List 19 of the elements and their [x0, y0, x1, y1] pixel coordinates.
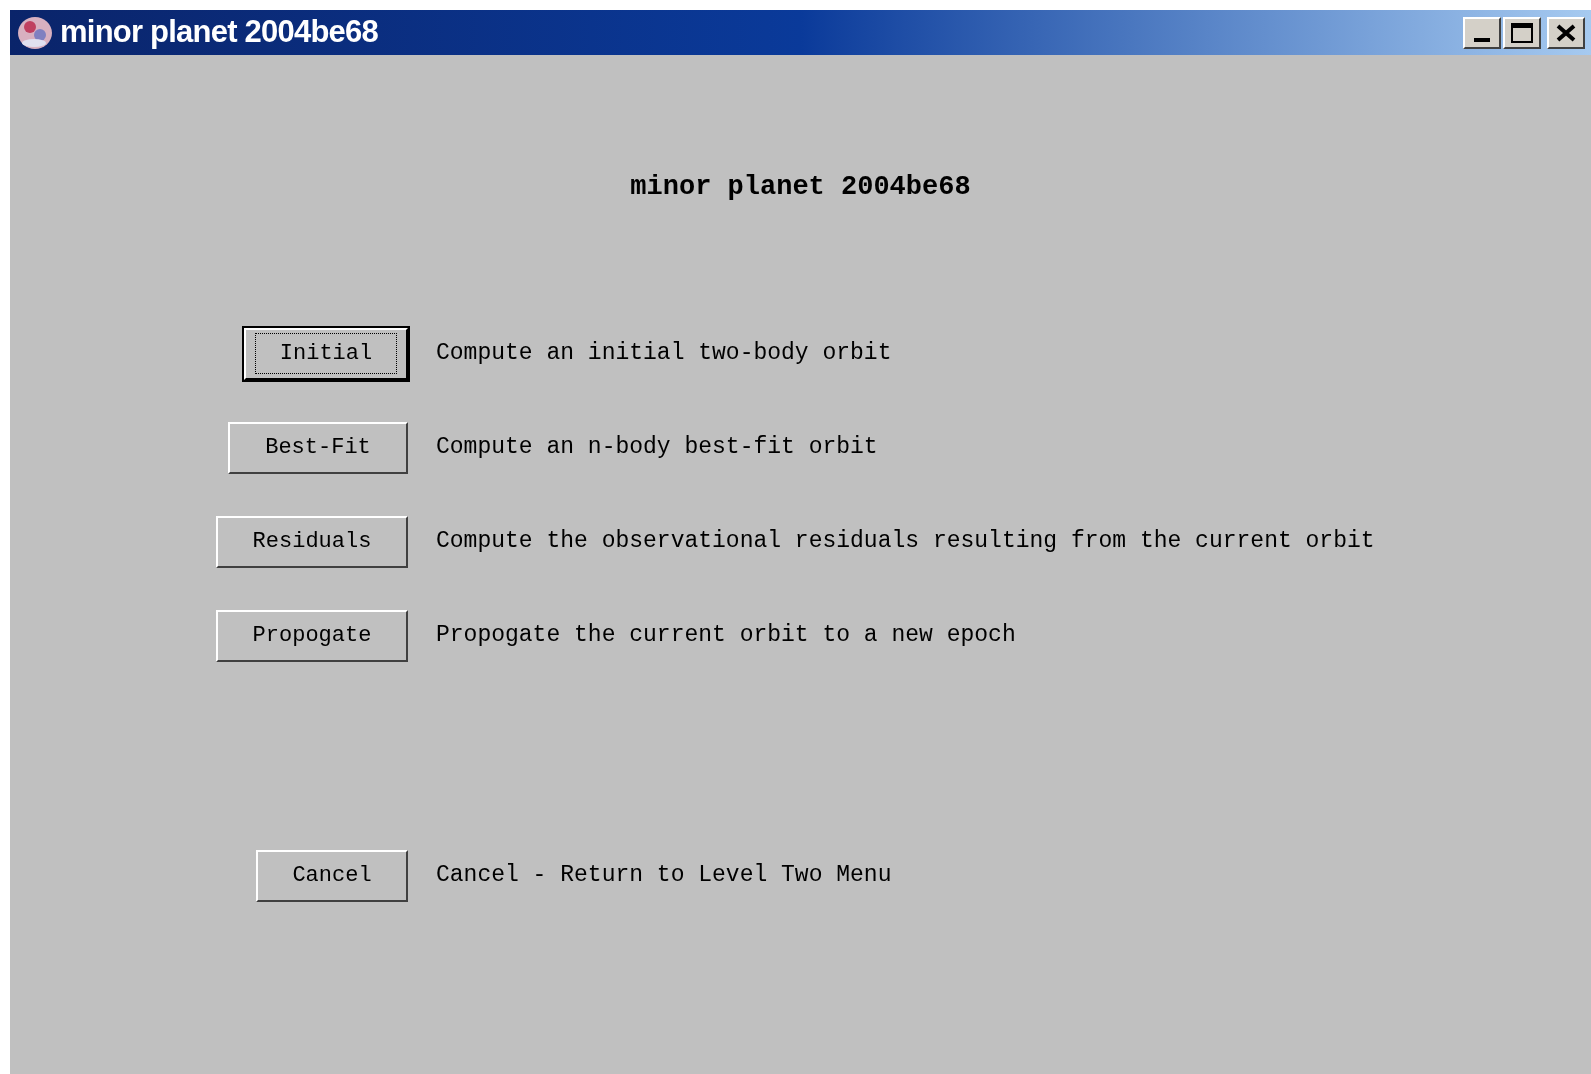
action-button[interactable]: Best-Fit — [228, 421, 408, 474]
action-description: Propogate the current orbit to a new epoch — [436, 621, 1016, 651]
action-button[interactable]: Residuals — [216, 515, 408, 568]
app-icon — [16, 14, 54, 51]
maximize-icon — [1511, 22, 1533, 43]
action-description: Cancel - Return to Level Two Menu — [436, 861, 892, 891]
action-description: Compute the observational residuals resulting from the current orbit — [436, 527, 1375, 557]
maximize-button[interactable] — [1503, 16, 1541, 49]
close-icon — [1556, 23, 1576, 42]
action-button[interactable]: Initial — [244, 327, 408, 380]
action-button[interactable]: Propogate — [216, 609, 408, 662]
action-description: Compute an n-body best-fit orbit — [436, 433, 878, 463]
minimize-button[interactable] — [1463, 16, 1501, 49]
action-description: Compute an initial two-body orbit — [436, 339, 892, 369]
minimize-icon — [1474, 37, 1490, 42]
page-heading: minor planet 2004be68 — [630, 171, 971, 204]
close-button[interactable] — [1547, 16, 1585, 49]
action-button[interactable]: Cancel — [256, 849, 408, 902]
window-title: minor planet 2004be68 — [60, 13, 378, 52]
